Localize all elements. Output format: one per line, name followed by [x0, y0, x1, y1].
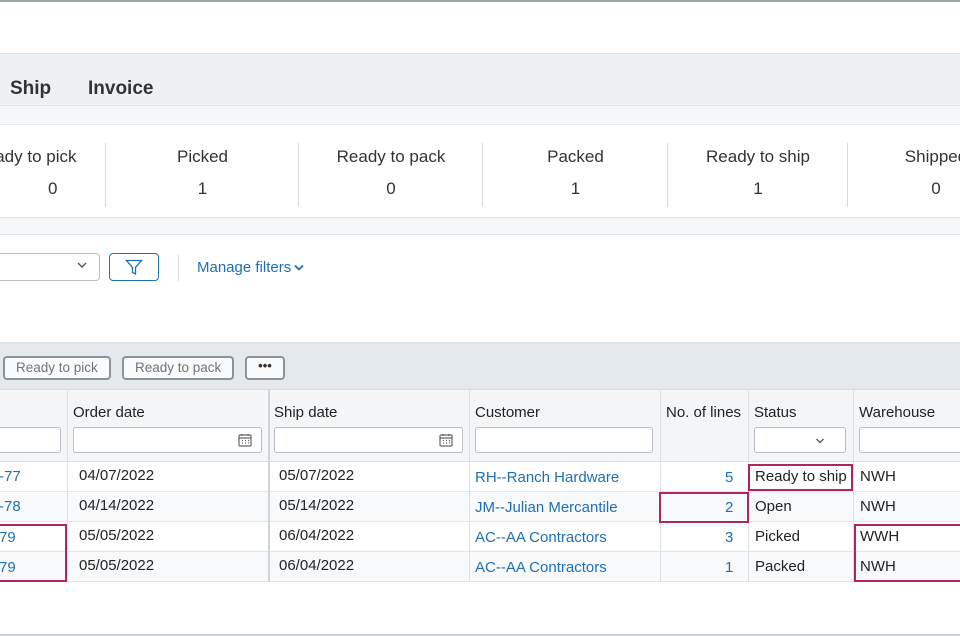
ship-date-cell: 06/04/2022	[279, 527, 355, 544]
chevron-down-icon	[77, 262, 87, 268]
stat-picked[interactable]: Picked 1	[106, 125, 299, 219]
table-row[interactable]: -78 04/14/2022 05/14/2022 JM--Julian Mer…	[0, 492, 960, 522]
column-divider[interactable]	[660, 390, 661, 582]
stat-value: 0	[48, 179, 58, 198]
lines-link[interactable]: 5	[725, 469, 733, 486]
column-title: No. of lines	[666, 404, 742, 421]
top-bar	[0, 0, 960, 54]
warehouse-cell: NWH	[860, 558, 896, 575]
warehouse-filter-input[interactable]	[859, 427, 960, 453]
customer-filter-input[interactable]	[475, 427, 653, 453]
footer	[0, 582, 960, 636]
chevron-down-icon	[294, 264, 304, 271]
customer-link[interactable]: AC--AA Contractors	[475, 529, 607, 546]
column-header-status[interactable]: Status	[748, 390, 853, 462]
lines-link[interactable]: 2	[725, 499, 733, 516]
stat-label: Ready to pick	[0, 147, 77, 166]
column-divider[interactable]	[469, 390, 470, 582]
filter-button[interactable]	[109, 253, 159, 281]
stat-ready-to-pick[interactable]: Ready to pick 0	[0, 125, 90, 219]
stat-label: Picked	[176, 147, 229, 166]
column-divider[interactable]	[67, 390, 68, 582]
column-title: Warehouse	[859, 404, 936, 421]
more-actions-button[interactable]: •••	[245, 356, 285, 380]
filter-bar: Manage filters	[0, 234, 960, 342]
customer-link[interactable]: JM--Julian Mercantile	[475, 499, 618, 516]
lines-link[interactable]: 1	[725, 559, 733, 576]
status-cell: Packed	[755, 558, 806, 575]
chevron-down-icon	[816, 438, 824, 444]
stat-packed[interactable]: Packed 1	[483, 125, 668, 219]
status-summary: Ready to pick 0 Picked 1 Ready to pack 0…	[0, 124, 960, 218]
order-date-cell: 05/05/2022	[79, 557, 155, 574]
tab-invoice[interactable]: Invoice	[88, 78, 153, 100]
stat-label: Ready to pack	[336, 147, 446, 166]
column-divider[interactable]	[853, 390, 854, 582]
column-header-id	[0, 390, 67, 462]
column-divider[interactable]	[268, 390, 270, 582]
stat-value: 0	[386, 179, 396, 198]
stat-label: Packed	[547, 147, 604, 166]
order-date-cell: 04/07/2022	[79, 467, 155, 484]
ship-date-cell: 05/07/2022	[279, 467, 355, 484]
ready-to-pick-button[interactable]: Ready to pick	[3, 356, 111, 380]
column-header-lines[interactable]: No. of lines	[660, 390, 748, 462]
lines-link[interactable]: 3	[725, 529, 733, 546]
order-date-cell: 05/05/2022	[79, 527, 155, 544]
customer-link[interactable]: AC--AA Contractors	[475, 559, 607, 576]
column-header-order-date[interactable]: Order date	[67, 390, 268, 462]
warehouse-cell: NWH	[860, 468, 896, 485]
stat-value: 1	[753, 179, 763, 198]
stat-value: 0	[931, 179, 941, 198]
manage-filters-link[interactable]: Manage filters	[197, 259, 304, 276]
stat-shipped[interactable]: Shipped 0	[848, 125, 960, 219]
divider	[178, 255, 179, 281]
id-filter-input[interactable]	[0, 427, 61, 453]
order-id-link[interactable]: 79	[0, 529, 16, 546]
manage-filters-label: Manage filters	[197, 259, 292, 276]
column-header-warehouse[interactable]: Warehouse	[853, 390, 960, 462]
status-cell: Open	[755, 498, 792, 515]
status-cell: Ready to ship	[755, 468, 847, 485]
table-row[interactable]: 79 05/05/2022 06/04/2022 AC--AA Contract…	[0, 522, 960, 552]
stat-label: Shipped	[904, 147, 960, 166]
stat-value: 1	[570, 179, 581, 198]
order-id-link[interactable]: -77	[0, 468, 21, 485]
order-date-filter[interactable]	[73, 427, 262, 453]
column-title: Ship date	[274, 404, 338, 421]
column-divider[interactable]	[748, 390, 749, 582]
column-title: Order date	[73, 404, 145, 421]
ship-date-filter[interactable]	[274, 427, 463, 453]
tabs-bar: Ship Invoice	[0, 54, 960, 106]
tab-ship[interactable]: Ship	[10, 78, 51, 100]
ship-date-cell: 05/14/2022	[279, 497, 355, 514]
status-cell: Picked	[755, 528, 801, 545]
orders-table: Order date Ship date Customer No. of lin…	[0, 390, 960, 582]
calendar-icon[interactable]	[238, 433, 252, 447]
order-date-cell: 04/14/2022	[79, 497, 155, 514]
status-filter-dropdown[interactable]	[754, 427, 846, 453]
column-title: Status	[754, 404, 797, 421]
calendar-icon[interactable]	[439, 433, 453, 447]
stat-ready-to-pack[interactable]: Ready to pack 0	[299, 125, 483, 219]
ship-date-cell: 06/04/2022	[279, 557, 355, 574]
column-header-customer[interactable]: Customer	[469, 390, 660, 462]
warehouse-cell: NWH	[860, 498, 896, 515]
stat-value: 1	[197, 179, 208, 198]
filter-icon	[125, 259, 143, 276]
ready-to-pack-button[interactable]: Ready to pack	[122, 356, 235, 380]
order-id-link[interactable]: 79	[0, 559, 16, 576]
view-dropdown[interactable]	[0, 253, 100, 281]
table-row[interactable]: -77 04/07/2022 05/07/2022 RH--Ranch Hard…	[0, 462, 960, 492]
stat-label: Ready to ship	[706, 147, 810, 166]
column-title: Customer	[475, 404, 541, 421]
stat-ready-to-ship[interactable]: Ready to ship 1	[668, 125, 848, 219]
column-header-ship-date[interactable]: Ship date	[268, 390, 469, 462]
order-id-link[interactable]: -78	[0, 498, 21, 515]
table-row[interactable]: 79 05/05/2022 06/04/2022 AC--AA Contract…	[0, 552, 960, 582]
warehouse-cell: WWH	[860, 528, 900, 545]
bulk-action-bar: Ready to pick Ready to pack •••	[0, 342, 960, 390]
customer-link[interactable]: RH--Ranch Hardware	[475, 469, 619, 486]
